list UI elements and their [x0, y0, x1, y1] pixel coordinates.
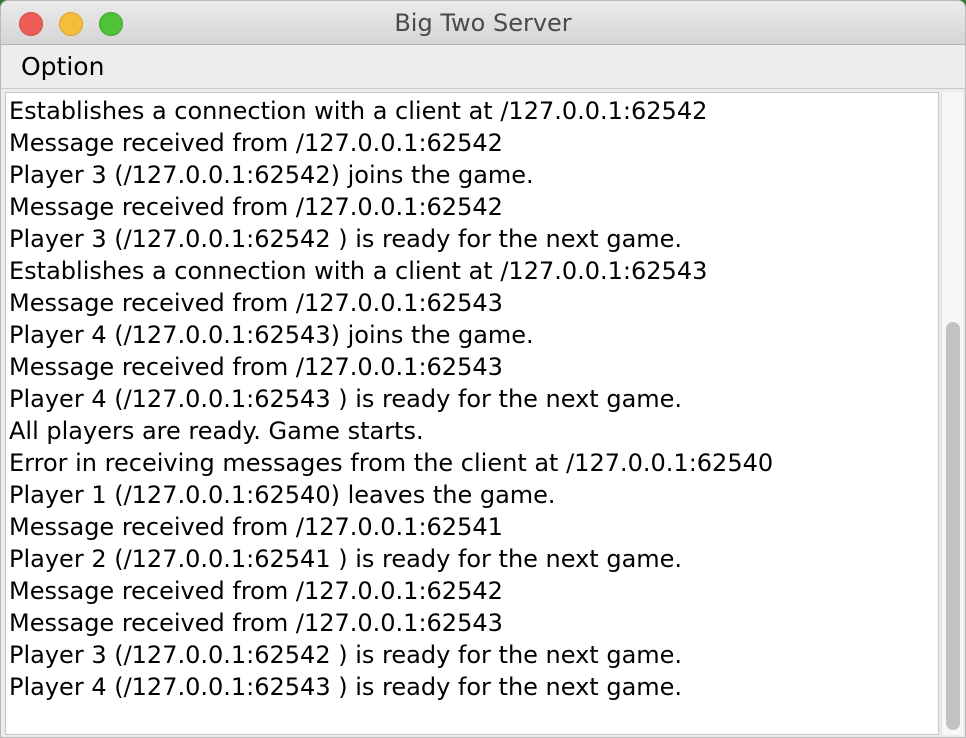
- log-line: Message received from /127.0.0.1:62543: [9, 289, 503, 317]
- window-title: Big Two Server: [394, 9, 572, 37]
- log-line: Player 4 (/127.0.0.1:62543) joins the ga…: [9, 321, 534, 349]
- log-line: All players are ready. Game starts.: [9, 417, 424, 445]
- log-line: Message received from /127.0.0.1:62543: [9, 353, 503, 381]
- log-line: Player 3 (/127.0.0.1:62542) joins the ga…: [9, 161, 534, 189]
- log-line: Message received from /127.0.0.1:62543: [9, 609, 503, 637]
- vertical-scrollbar[interactable]: [941, 92, 963, 735]
- menu-option[interactable]: Option: [21, 45, 104, 89]
- log-line: Establishes a connection with a client a…: [9, 97, 708, 125]
- log-line: Player 2 (/127.0.0.1:62541 ) is ready fo…: [9, 545, 683, 573]
- title-bar[interactable]: Big Two Server: [1, 1, 965, 45]
- log-line: Error in receiving messages from the cli…: [9, 449, 774, 477]
- scrollbar-thumb[interactable]: [946, 322, 960, 730]
- log-line: Message received from /127.0.0.1:62541: [9, 513, 503, 541]
- log-lines: Establishes a connection with a client a…: [9, 95, 773, 703]
- log-line: Player 1 (/127.0.0.1:62540) leaves the g…: [9, 481, 556, 509]
- log-line: Player 4 (/127.0.0.1:62543 ) is ready fo…: [9, 385, 683, 413]
- log-line: Establishes a connection with a client a…: [9, 257, 708, 285]
- log-line: Player 4 (/127.0.0.1:62543 ) is ready fo…: [9, 673, 683, 701]
- log-line: Player 3 (/127.0.0.1:62542 ) is ready fo…: [9, 225, 683, 253]
- server-window: Big Two Server Option Establishes a conn…: [0, 0, 966, 738]
- log-line: Message received from /127.0.0.1:62542: [9, 193, 503, 221]
- log-line: Message received from /127.0.0.1:62542: [9, 577, 503, 605]
- log-text-area[interactable]: Establishes a connection with a client a…: [5, 92, 939, 735]
- log-line: Message received from /127.0.0.1:62542: [9, 129, 503, 157]
- menu-bar: Option: [1, 45, 965, 89]
- log-line: Player 3 (/127.0.0.1:62542 ) is ready fo…: [9, 641, 683, 669]
